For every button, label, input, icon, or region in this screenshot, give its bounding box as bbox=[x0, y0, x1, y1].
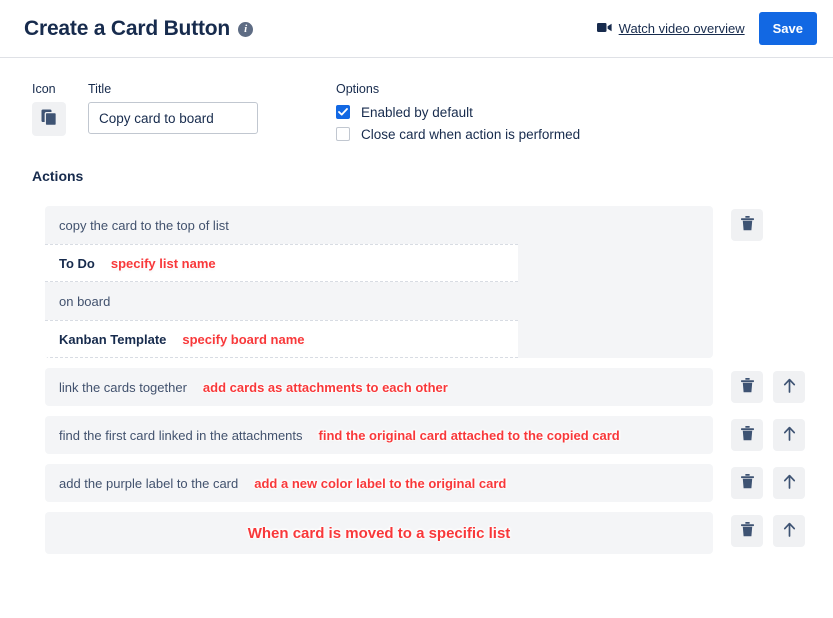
icon-field-label: Icon bbox=[32, 82, 56, 96]
button-spacer bbox=[773, 209, 805, 241]
action-text-line: add the purple label to the card add a n… bbox=[45, 464, 713, 502]
trash-icon bbox=[740, 522, 754, 540]
action-text: add the purple label to the card bbox=[59, 475, 239, 491]
arrow-up-icon bbox=[783, 426, 796, 444]
copy-icon bbox=[41, 109, 57, 129]
page-title-text: Create a Card Button bbox=[24, 16, 231, 40]
action-text: on board bbox=[59, 293, 111, 309]
annotation-link-cards: add cards as attachments to each other bbox=[202, 379, 448, 395]
action-value: To Do bbox=[59, 255, 95, 271]
options-field-label: Options bbox=[336, 82, 380, 96]
options-field: Options Enabled by default Close card wh… bbox=[336, 82, 580, 146]
action-buttons bbox=[731, 206, 805, 241]
action-buttons bbox=[731, 416, 805, 451]
info-icon[interactable]: i bbox=[238, 22, 254, 37]
action-text: link the cards together bbox=[59, 379, 187, 395]
checkbox-unchecked-icon[interactable] bbox=[336, 127, 350, 141]
annotation-when-card-moved: When card is moved to a specific list bbox=[247, 524, 511, 542]
action-text-line: When card is moved to a specific list bbox=[45, 512, 713, 554]
action-item: add the purple label to the card add a n… bbox=[45, 464, 833, 502]
option-label: Close card when action is performed bbox=[361, 126, 581, 142]
checkbox-checked-icon[interactable] bbox=[336, 105, 350, 119]
arrow-up-icon bbox=[783, 522, 796, 540]
arrow-up-icon bbox=[783, 378, 796, 396]
action-text-line: copy the card to the top of list bbox=[45, 206, 713, 244]
action-text-line: on board bbox=[45, 282, 713, 320]
annotation-find-original-card: find the original card attached to the c… bbox=[318, 427, 620, 443]
action-card[interactable]: find the first card linked in the attach… bbox=[45, 416, 713, 454]
delete-action-button[interactable] bbox=[731, 515, 763, 547]
action-item: link the cards together add cards as att… bbox=[45, 368, 833, 406]
action-card[interactable]: link the cards together add cards as att… bbox=[45, 368, 713, 406]
action-card[interactable]: When card is moved to a specific list bbox=[45, 512, 713, 554]
action-value: Kanban Template bbox=[59, 331, 167, 347]
annotation-specify-board-name: specify board name bbox=[182, 331, 305, 347]
page-header: Create a Card Button i Watch video overv… bbox=[0, 0, 833, 58]
action-text: find the first card linked in the attach… bbox=[59, 427, 303, 443]
watch-video-overview-label: Watch video overview bbox=[618, 21, 745, 36]
action-text-line: link the cards together add cards as att… bbox=[45, 368, 713, 406]
action-text-line: find the first card linked in the attach… bbox=[45, 416, 713, 454]
action-buttons bbox=[731, 368, 805, 403]
trash-icon bbox=[740, 474, 754, 492]
delete-action-button[interactable] bbox=[731, 419, 763, 451]
icon-picker-button[interactable] bbox=[32, 102, 66, 136]
trash-icon bbox=[740, 216, 754, 234]
move-action-up-button[interactable] bbox=[773, 371, 805, 403]
option-enabled-by-default[interactable]: Enabled by default bbox=[336, 102, 580, 122]
action-item: When card is moved to a specific list bbox=[45, 512, 833, 554]
move-action-up-button[interactable] bbox=[773, 467, 805, 499]
action-buttons bbox=[731, 512, 805, 547]
action-value-dropdown-board[interactable]: Kanban Template specify board name bbox=[45, 320, 518, 358]
delete-action-button[interactable] bbox=[731, 467, 763, 499]
trash-icon bbox=[740, 426, 754, 444]
annotation-add-color-label: add a new color label to the original ca… bbox=[254, 475, 507, 491]
trash-icon bbox=[740, 378, 754, 396]
page-title: Create a Card Button i bbox=[24, 16, 254, 41]
move-action-up-button[interactable] bbox=[773, 515, 805, 547]
actions-heading: Actions bbox=[32, 168, 84, 184]
actions-list: copy the card to the top of list To Do s… bbox=[0, 184, 833, 554]
annotation-specify-list-name: specify list name bbox=[110, 255, 216, 271]
card-button-form: Icon Title Options Enabled by default bbox=[0, 58, 833, 146]
watch-video-overview-link[interactable]: Watch video overview bbox=[596, 21, 745, 36]
header-actions: Watch video overview Save bbox=[596, 12, 817, 45]
action-item: find the first card linked in the attach… bbox=[45, 416, 833, 454]
arrow-up-icon bbox=[783, 474, 796, 492]
action-card[interactable]: copy the card to the top of list To Do s… bbox=[45, 206, 713, 358]
save-button[interactable]: Save bbox=[758, 12, 817, 45]
action-value-dropdown-list[interactable]: To Do specify list name bbox=[45, 244, 518, 282]
title-field-label: Title bbox=[88, 82, 112, 96]
title-field: Title bbox=[88, 82, 258, 134]
delete-action-button[interactable] bbox=[731, 209, 763, 241]
video-camera-icon bbox=[596, 21, 612, 36]
move-action-up-button[interactable] bbox=[773, 419, 805, 451]
action-card[interactable]: add the purple label to the card add a n… bbox=[45, 464, 713, 502]
delete-action-button[interactable] bbox=[731, 371, 763, 403]
action-item: copy the card to the top of list To Do s… bbox=[45, 206, 833, 358]
title-input[interactable] bbox=[88, 102, 258, 134]
action-text: copy the card to the top of list bbox=[59, 217, 229, 233]
action-buttons bbox=[731, 464, 805, 499]
icon-field: Icon bbox=[32, 82, 66, 136]
option-label: Enabled by default bbox=[361, 104, 473, 120]
option-close-card-when-performed[interactable]: Close card when action is performed bbox=[336, 124, 580, 144]
